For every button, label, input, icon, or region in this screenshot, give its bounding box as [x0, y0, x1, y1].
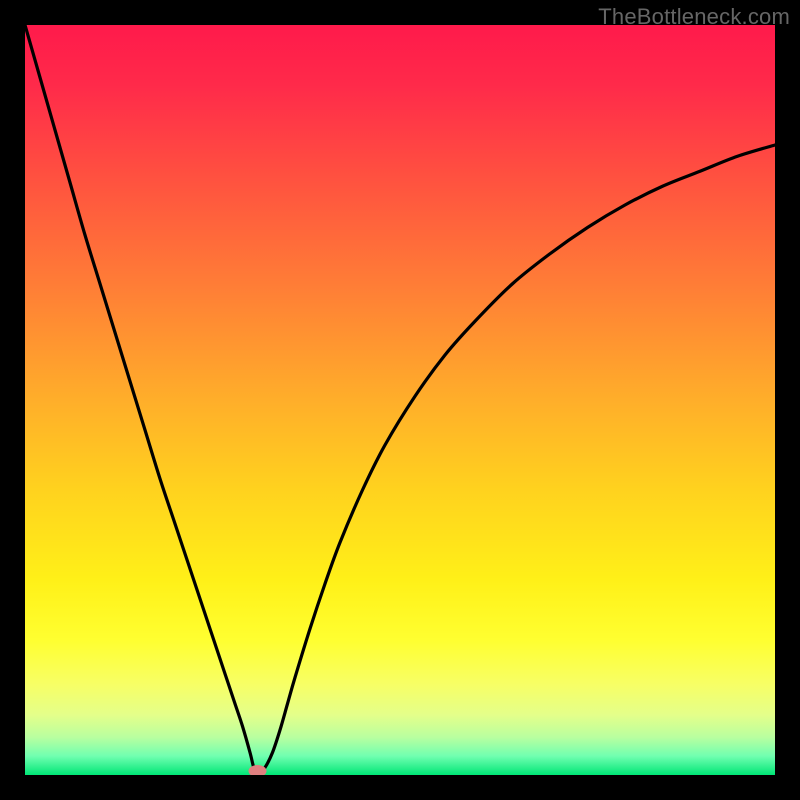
plot-svg [25, 25, 775, 775]
plot-area [25, 25, 775, 775]
gradient-background [25, 25, 775, 775]
chart-frame: TheBottleneck.com [0, 0, 800, 800]
watermark-text: TheBottleneck.com [598, 4, 790, 30]
